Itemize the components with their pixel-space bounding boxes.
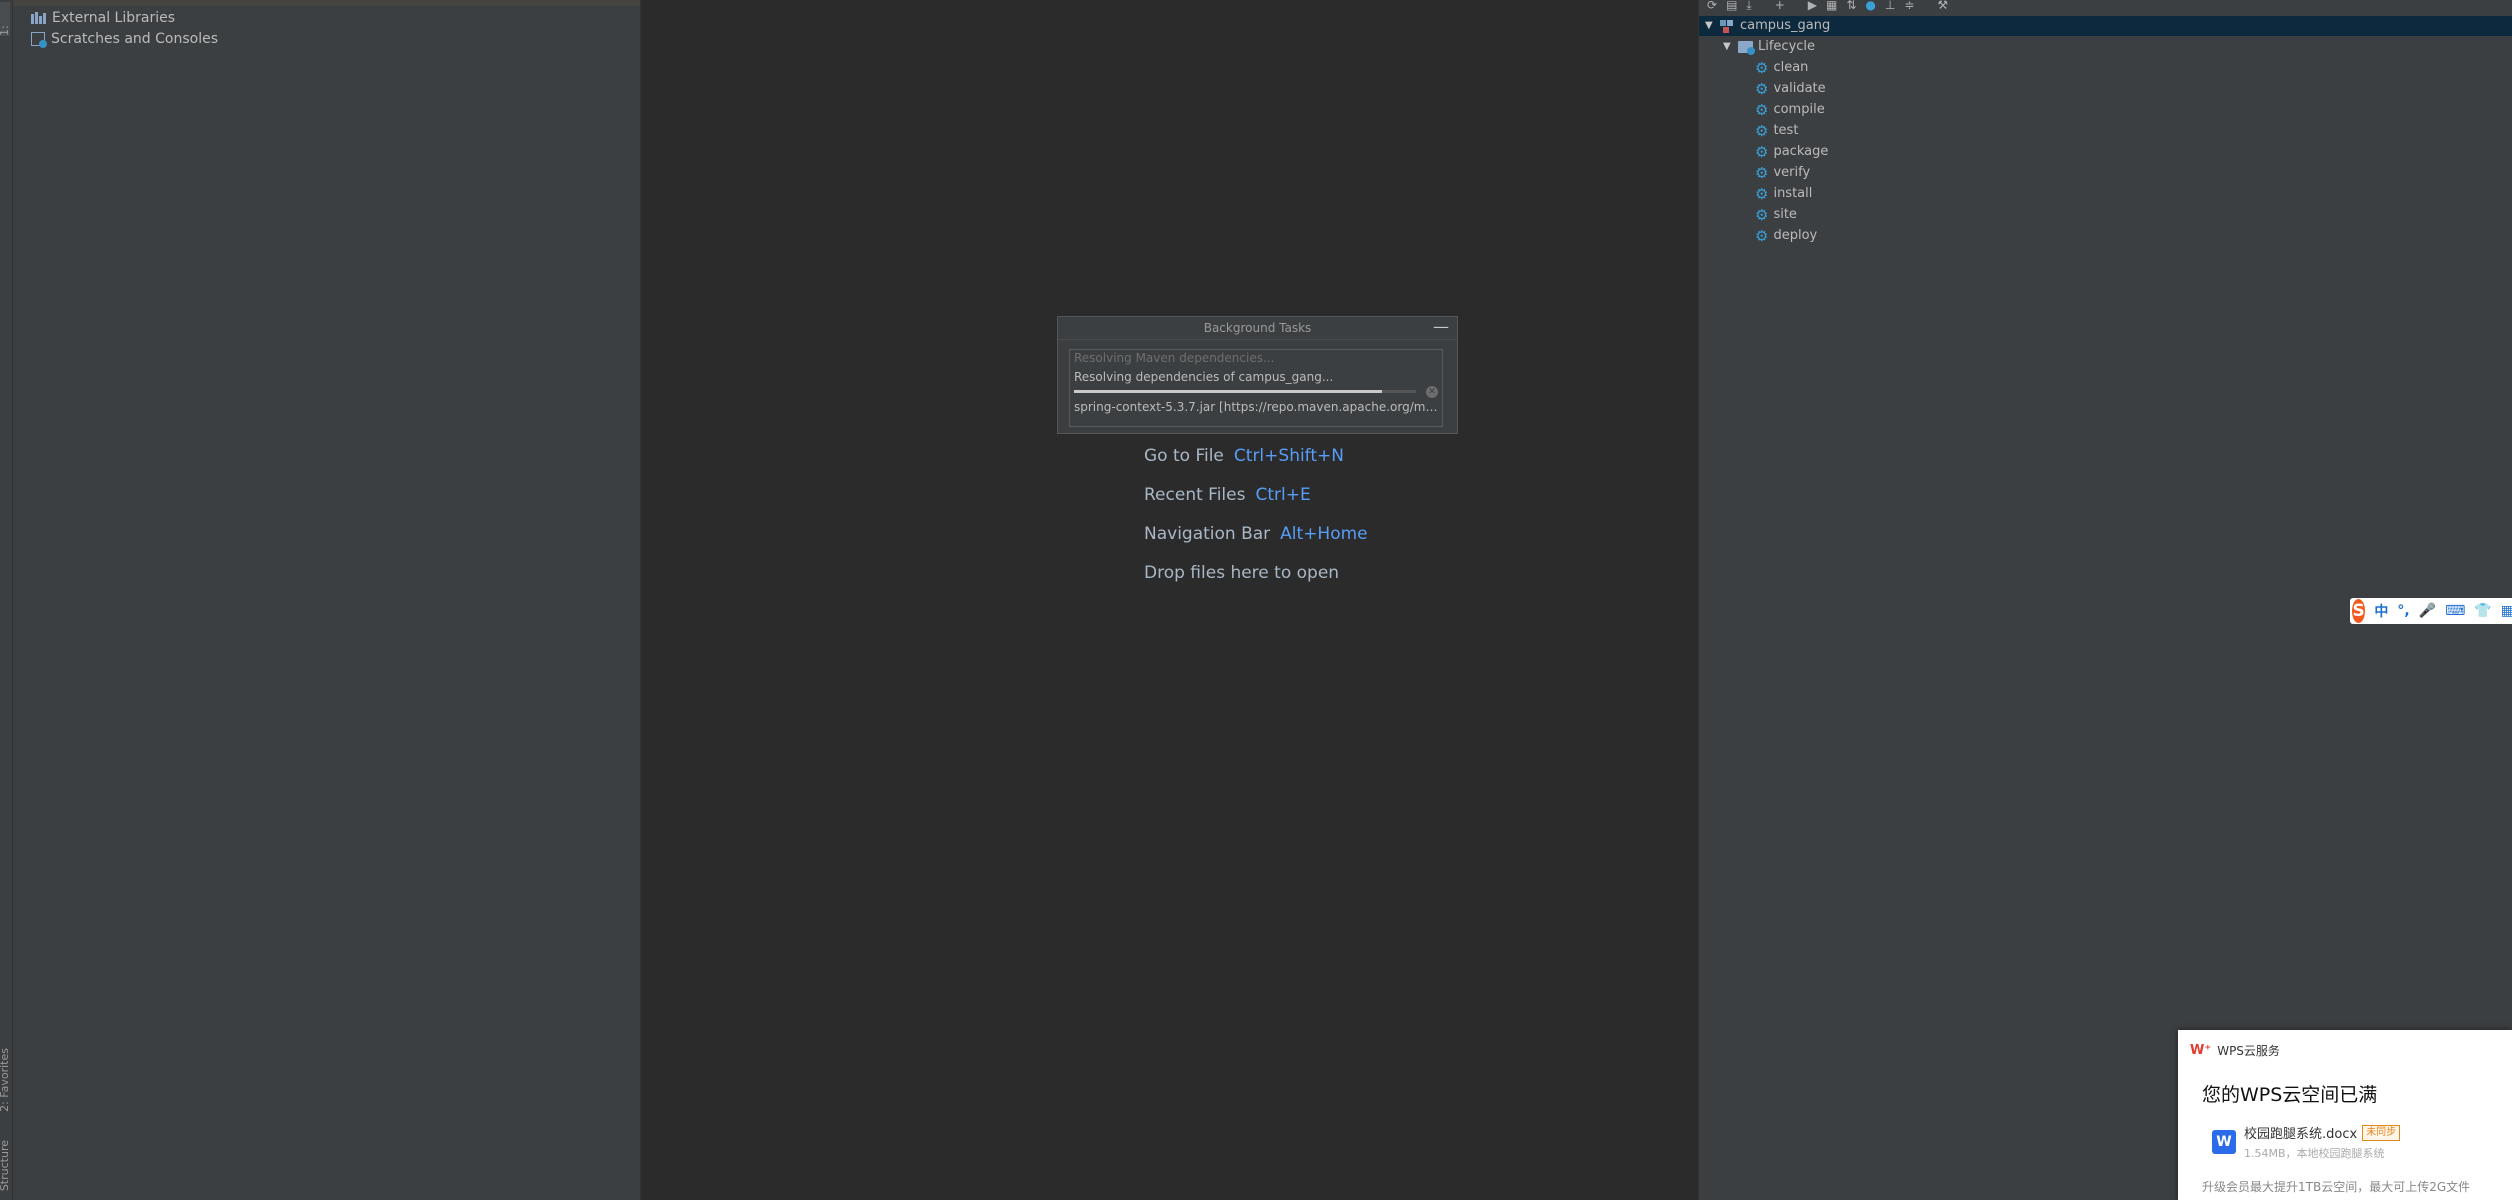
minimize-button[interactable]: — — [1431, 317, 1451, 339]
execute-goal-icon[interactable]: ▦ — [1826, 0, 1837, 11]
maven-goal-verify[interactable]: ⚙ verify — [1755, 163, 1810, 183]
gear-icon: ⚙ — [1755, 80, 1769, 98]
maven-lifecycle-node[interactable]: ▼ Lifecycle — [1723, 37, 1815, 57]
editor-empty-area: Go to File Ctrl+Shift+N Recent Files Ctrl+… — [641, 0, 1698, 1200]
ime-keyboard-icon[interactable]: ⌨ — [2445, 603, 2465, 619]
tree-item-scratches[interactable]: Scratches and Consoles — [31, 29, 218, 49]
wps-title: 您的WPS云空间已满 — [2202, 1084, 2378, 1106]
expand-arrow-icon[interactable]: ▼ — [1705, 16, 1715, 36]
wps-notification[interactable]: W⁺ WPS云服务 您的WPS云空间已满 W 校园跑腿系统.docx 未同步 1… — [2178, 1030, 2512, 1200]
hint-navigation-bar: Navigation Bar Alt+Home — [1144, 524, 1368, 544]
maven-goal-package[interactable]: ⚙ package — [1755, 142, 1828, 162]
ime-skin-icon[interactable]: 👕 — [2474, 603, 2491, 619]
sogou-logo-icon[interactable]: S — [2352, 599, 2366, 623]
wps-file-meta: 1.54MB，本地校园跑腿系统 — [2244, 1147, 2385, 1160]
shortcut-recent-files: Ctrl+E — [1255, 485, 1311, 505]
gear-icon: ⚙ — [1755, 206, 1769, 224]
gear-icon: ⚙ — [1755, 122, 1769, 140]
reimport-icon[interactable]: ▤ — [1726, 0, 1737, 11]
project-panel: External Libraries Scratches and Console… — [13, 0, 641, 1200]
maven-goal-clean[interactable]: ⚙ clean — [1755, 58, 1808, 78]
wps-service-label: WPS云服务 — [2217, 1044, 2280, 1058]
background-tasks-title: Background Tasks — — [1058, 317, 1457, 340]
ime-voice-icon[interactable]: 🎤 — [2419, 603, 2436, 619]
wps-file-name: 校园跑腿系统.docx 未同步 — [2244, 1123, 2401, 1142]
unsynced-badge: 未同步 — [2362, 1124, 2401, 1141]
word-doc-icon: W — [2212, 1130, 2236, 1154]
hint-recent-files: Recent Files Ctrl+E — [1144, 485, 1311, 505]
ime-toolbox-icon[interactable]: ▦ — [2501, 603, 2512, 619]
project-tool-tab[interactable]: 1: Project — [0, 0, 24, 36]
settings-icon[interactable]: ⚒ — [1937, 0, 1948, 11]
gear-icon: ⚙ — [1755, 185, 1769, 203]
add-icon[interactable]: + — [1775, 0, 1785, 11]
task-progress-fill — [1074, 390, 1382, 393]
gear-icon: ⚙ — [1755, 227, 1769, 245]
gear-icon: ⚙ — [1755, 164, 1769, 182]
ime-chinese-mode-button[interactable]: 中 — [2374, 601, 2388, 621]
maven-project-icon — [1720, 19, 1735, 33]
shortcut-go-to-file: Ctrl+Shift+N — [1233, 446, 1344, 466]
maven-project-node[interactable]: ▼ campus_gang — [1705, 16, 1830, 36]
tree-item-label: Scratches and Consoles — [51, 31, 218, 47]
wps-upgrade-link[interactable]: 升级会员最大提升1TB云空间，最大可上传2G文件 — [2202, 1178, 2470, 1195]
maven-goal-deploy[interactable]: ⚙ deploy — [1755, 226, 1817, 246]
left-tool-strip: 1: Project 2: Favorites Structure — [0, 0, 24, 1200]
tree-row-partial[interactable] — [13, 0, 640, 6]
structure-tool-tab[interactable]: Structure — [0, 1140, 11, 1191]
task-title: Resolving Maven dependencies... — [1074, 351, 1275, 365]
wps-header: W⁺ WPS云服务 — [2190, 1042, 2280, 1059]
maven-goal-compile[interactable]: ⚙ compile — [1755, 100, 1825, 120]
maven-goal-validate[interactable]: ⚙ validate — [1755, 79, 1826, 99]
show-dependencies-icon[interactable]: ⊥ — [1885, 0, 1895, 11]
tree-item-label: External Libraries — [52, 10, 175, 26]
scratches-icon — [31, 32, 47, 48]
shortcut-navigation-bar: Alt+Home — [1280, 524, 1368, 544]
hint-drop-files: Drop files here to open — [1144, 563, 1340, 583]
collapse-all-icon[interactable]: ≑ — [1904, 0, 1914, 11]
background-tasks-popup: Background Tasks — Resolving Maven depen… — [1057, 316, 1458, 434]
gear-icon: ⚙ — [1755, 143, 1769, 161]
download-icon[interactable]: ⤓ — [1746, 0, 1751, 11]
maven-goal-test[interactable]: ⚙ test — [1755, 121, 1798, 141]
maven-goal-install[interactable]: ⚙ install — [1755, 184, 1812, 204]
task-progress-bar — [1074, 390, 1416, 393]
favorites-tool-tab[interactable]: 2: Favorites — [0, 1048, 11, 1112]
ime-toolbar: S 中 °, 🎤 ⌨ 👕 ▦ — [2350, 598, 2512, 624]
wps-file-item[interactable]: W 校园跑腿系统.docx 未同步 1.54MB，本地校园跑腿系统 — [2212, 1122, 2494, 1164]
maven-goal-site[interactable]: ⚙ site — [1755, 205, 1797, 225]
run-icon[interactable]: ▶ — [1808, 0, 1817, 11]
reload-icon[interactable]: ⟳ — [1707, 0, 1717, 11]
hint-go-to-file: Go to File Ctrl+Shift+N — [1144, 446, 1344, 466]
toggle-offline-icon[interactable]: ⇅ — [1846, 0, 1856, 11]
skip-tests-icon[interactable]: ● — [1865, 0, 1875, 11]
tree-item-external-libraries[interactable]: External Libraries — [31, 8, 175, 28]
ime-punctuation-button[interactable]: °, — [2397, 603, 2409, 619]
gear-icon: ⚙ — [1755, 101, 1769, 119]
expand-arrow-icon[interactable]: ▼ — [1723, 37, 1733, 57]
task-item: Resolving Maven dependencies... Resolvin… — [1069, 349, 1443, 427]
lifecycle-folder-icon — [1738, 41, 1755, 55]
wps-logo-icon: W⁺ — [2190, 1043, 2212, 1058]
maven-project-label: campus_gang — [1740, 18, 1831, 33]
task-current-file: spring-context-5.3.7.jar [https://repo.m… — [1074, 400, 1438, 414]
cancel-task-icon[interactable]: ✕ — [1426, 386, 1438, 398]
task-detail: Resolving dependencies of campus_gang... — [1074, 370, 1334, 384]
library-icon — [31, 12, 46, 24]
gear-icon: ⚙ — [1755, 59, 1769, 77]
lifecycle-label: Lifecycle — [1758, 39, 1816, 54]
maven-toolbar: ⟳ ▤ ⤓ + ▶ ▦ ⇅ ● ⊥ ≑ ⚒ — [1699, 0, 2512, 12]
